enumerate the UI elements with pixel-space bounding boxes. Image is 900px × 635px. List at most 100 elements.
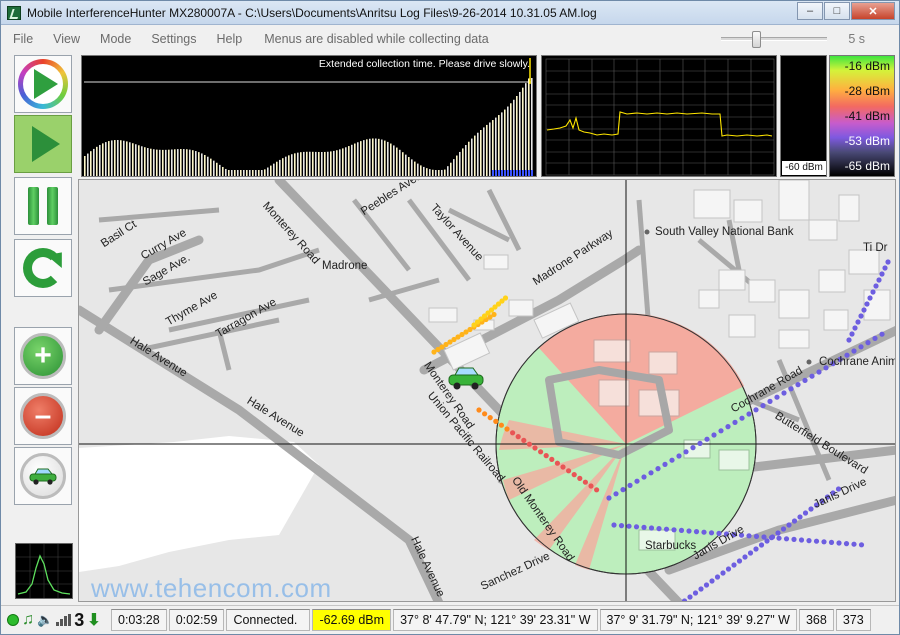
slider-thumb[interactable] [752,31,761,48]
track-dot [760,403,766,409]
history-bar [516,95,518,176]
track-dot [554,460,560,466]
track-dot [683,449,689,455]
track-dot [775,530,781,536]
track-dot [620,487,626,493]
history-bar [183,149,185,176]
status-icons: ♫ 🔈 3 ⬇ [1,610,111,631]
spectrum-icon [16,544,72,598]
zoom-in-button[interactable]: + [14,327,72,385]
history-bar [486,124,488,176]
track-dot [708,530,715,536]
track-dot [611,522,617,528]
download-icon: ⬇ [87,612,101,629]
track-dot [571,472,577,478]
track-dot [641,474,647,480]
pause-button[interactable] [14,177,72,235]
menu-mode[interactable]: Mode [100,32,131,46]
history-bar [396,147,398,176]
track-dot [648,525,655,531]
track-dot [725,424,731,430]
track-dot [662,461,668,467]
track-dot [678,527,685,533]
track-dot [549,456,555,462]
track-dot [732,419,738,425]
history-bar [426,168,428,176]
track-dot [753,407,759,413]
track-dot [582,479,588,485]
track-dot [693,529,700,535]
history-bar [117,140,119,176]
history-bar [105,142,107,176]
history-bar [252,170,254,176]
history-bar [108,141,110,176]
track-dot [487,415,493,421]
history-bar [522,87,524,176]
menu-file[interactable]: File [13,32,33,46]
track-dot [690,445,696,451]
track-dot [655,466,661,472]
history-bar [363,140,365,176]
history-bar [225,168,227,176]
history-bar [249,170,251,176]
track-dot [676,453,682,459]
scale-label: -16 dBm [844,59,890,73]
track-dot [858,313,864,319]
history-marker [519,170,521,176]
track-dot [806,538,812,544]
history-bar [405,154,407,176]
track-dot [697,440,703,446]
history-bar [510,103,512,176]
history-bar [93,148,95,176]
poi-label: South Valley National Bank [655,226,794,238]
history-bar [201,153,203,176]
menu-help[interactable]: Help [216,32,242,46]
track-dot [746,533,752,539]
history-bar [525,83,527,176]
track-dot [791,536,797,542]
history-bar [174,149,176,176]
track-dot [709,578,715,584]
interval-slider[interactable] [721,31,827,48]
history-bar [483,127,485,176]
track-dot [876,277,882,283]
track-dot [797,514,803,520]
spectrum-thumbnail-button[interactable] [15,543,73,599]
track-dot [613,491,619,497]
track-dot [482,411,488,417]
history-bar [507,106,509,176]
history-bar [264,169,266,176]
history-bar [498,115,500,176]
menu-view[interactable]: View [53,32,80,46]
minimize-button[interactable]: – [797,2,823,20]
history-bar [90,151,92,176]
pause-icon [28,187,58,225]
close-button[interactable]: ✕ [851,2,895,20]
track-dot [703,582,710,588]
history-bar [459,151,461,176]
poi-label: Cochrane Animal [819,356,895,368]
gps-count-icon: 3 [74,609,85,630]
maximize-button[interactable]: □ [824,2,850,20]
refresh-button[interactable] [14,239,72,297]
history-bar [204,154,206,176]
map-view[interactable]: Basil Ct Curry Ave Sage Ave. Thyme Ave T… [78,179,896,602]
history-bar [162,149,164,176]
history-bar [258,170,260,176]
start-collection-button[interactable] [14,55,72,113]
track-dot [885,259,891,265]
history-bar [342,148,344,176]
play-button[interactable] [14,115,72,173]
history-bar [153,149,155,176]
menu-settings[interactable]: Settings [151,32,196,46]
zoom-out-button[interactable]: – [14,387,72,445]
track-dot [836,540,842,546]
history-marker [531,170,533,176]
history-bar [387,141,389,176]
position-cursor: 37° 9' 31.79" N; 121° 39' 9.27" W [599,609,797,631]
history-bar [321,152,323,176]
status-green-icon [7,614,19,626]
track-dot [714,574,721,580]
history-bar [138,145,140,176]
center-vehicle-button[interactable] [14,447,72,505]
